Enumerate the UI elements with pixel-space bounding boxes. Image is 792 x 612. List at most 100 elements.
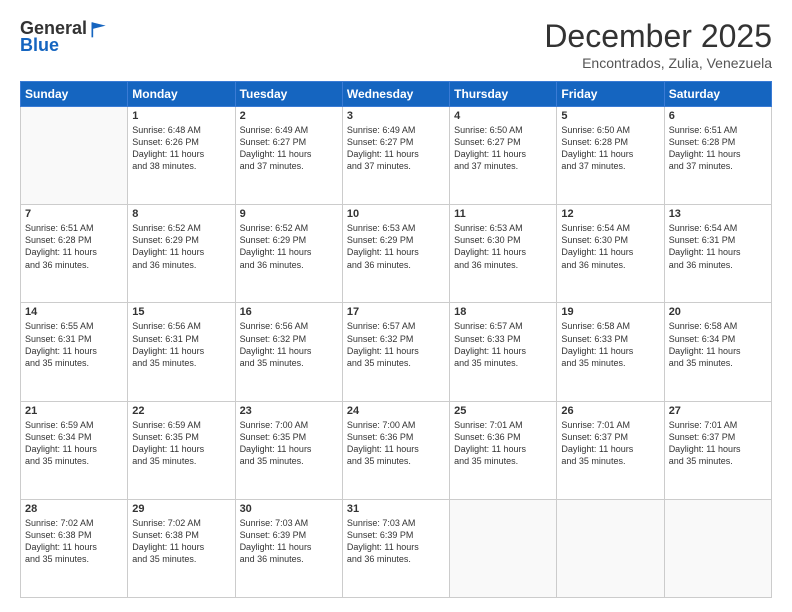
- cell-info: Sunrise: 6:58 AM Sunset: 6:34 PM Dayligh…: [669, 320, 767, 369]
- calendar-cell: 31 Sunrise: 7:03 AM Sunset: 6:39 PM Dayli…: [342, 499, 449, 597]
- calendar-cell: 8 Sunrise: 6:52 AM Sunset: 6:29 PM Daylig…: [128, 205, 235, 303]
- col-header-tuesday: Tuesday: [235, 82, 342, 107]
- day-number: 5: [561, 110, 659, 122]
- logo: General Blue: [20, 18, 109, 56]
- cell-info: Sunrise: 6:49 AM Sunset: 6:27 PM Dayligh…: [347, 124, 445, 173]
- cell-info: Sunrise: 7:00 AM Sunset: 6:36 PM Dayligh…: [347, 419, 445, 468]
- calendar-week-row: 28 Sunrise: 7:02 AM Sunset: 6:38 PM Dayli…: [21, 499, 772, 597]
- cell-info: Sunrise: 6:52 AM Sunset: 6:29 PM Dayligh…: [132, 222, 230, 271]
- day-number: 29: [132, 503, 230, 515]
- day-number: 25: [454, 405, 552, 417]
- calendar-cell: 11 Sunrise: 6:53 AM Sunset: 6:30 PM Dayli…: [450, 205, 557, 303]
- day-number: 21: [25, 405, 123, 417]
- cell-info: Sunrise: 7:03 AM Sunset: 6:39 PM Dayligh…: [240, 517, 338, 566]
- day-number: 17: [347, 306, 445, 318]
- cell-info: Sunrise: 7:02 AM Sunset: 6:38 PM Dayligh…: [132, 517, 230, 566]
- cell-info: Sunrise: 6:50 AM Sunset: 6:27 PM Dayligh…: [454, 124, 552, 173]
- calendar-cell: 15 Sunrise: 6:56 AM Sunset: 6:31 PM Dayli…: [128, 303, 235, 401]
- day-number: 28: [25, 503, 123, 515]
- title-block: December 2025 Encontrados, Zulia, Venezu…: [544, 18, 772, 71]
- day-number: 12: [561, 208, 659, 220]
- calendar-cell: 14 Sunrise: 6:55 AM Sunset: 6:31 PM Dayli…: [21, 303, 128, 401]
- day-number: 1: [132, 110, 230, 122]
- calendar-cell: [664, 499, 771, 597]
- cell-info: Sunrise: 6:50 AM Sunset: 6:28 PM Dayligh…: [561, 124, 659, 173]
- cell-info: Sunrise: 6:57 AM Sunset: 6:33 PM Dayligh…: [454, 320, 552, 369]
- day-number: 19: [561, 306, 659, 318]
- cell-info: Sunrise: 6:56 AM Sunset: 6:32 PM Dayligh…: [240, 320, 338, 369]
- day-number: 11: [454, 208, 552, 220]
- cell-info: Sunrise: 7:01 AM Sunset: 6:37 PM Dayligh…: [669, 419, 767, 468]
- month-title: December 2025: [544, 18, 772, 55]
- location-subtitle: Encontrados, Zulia, Venezuela: [544, 55, 772, 71]
- col-header-sunday: Sunday: [21, 82, 128, 107]
- calendar-cell: 13Sunrise: 6:54 AM Sunset: 6:31 PM Dayli…: [664, 205, 771, 303]
- day-number: 14: [25, 306, 123, 318]
- calendar-cell: 24 Sunrise: 7:00 AM Sunset: 6:36 PM Dayli…: [342, 401, 449, 499]
- col-header-friday: Friday: [557, 82, 664, 107]
- calendar-cell: 4Sunrise: 6:50 AM Sunset: 6:27 PM Daylig…: [450, 107, 557, 205]
- day-number: 18: [454, 306, 552, 318]
- cell-info: Sunrise: 6:54 AM Sunset: 6:30 PM Dayligh…: [561, 222, 659, 271]
- header: General Blue December 2025 Encontrados, …: [20, 18, 772, 71]
- calendar-week-row: 21 Sunrise: 6:59 AM Sunset: 6:34 PM Dayli…: [21, 401, 772, 499]
- calendar-cell: 20Sunrise: 6:58 AM Sunset: 6:34 PM Dayli…: [664, 303, 771, 401]
- cell-info: Sunrise: 6:49 AM Sunset: 6:27 PM Dayligh…: [240, 124, 338, 173]
- calendar-cell: 6Sunrise: 6:51 AM Sunset: 6:28 PM Daylig…: [664, 107, 771, 205]
- day-number: 16: [240, 306, 338, 318]
- calendar-week-row: 14 Sunrise: 6:55 AM Sunset: 6:31 PM Dayli…: [21, 303, 772, 401]
- cell-info: Sunrise: 6:51 AM Sunset: 6:28 PM Dayligh…: [25, 222, 123, 271]
- calendar-cell: 2Sunrise: 6:49 AM Sunset: 6:27 PM Daylig…: [235, 107, 342, 205]
- day-number: 15: [132, 306, 230, 318]
- calendar-cell: 29 Sunrise: 7:02 AM Sunset: 6:38 PM Dayli…: [128, 499, 235, 597]
- calendar-cell: 7 Sunrise: 6:51 AM Sunset: 6:28 PM Daylig…: [21, 205, 128, 303]
- day-number: 26: [561, 405, 659, 417]
- cell-info: Sunrise: 7:03 AM Sunset: 6:39 PM Dayligh…: [347, 517, 445, 566]
- cell-info: Sunrise: 6:58 AM Sunset: 6:33 PM Dayligh…: [561, 320, 659, 369]
- cell-info: Sunrise: 6:52 AM Sunset: 6:29 PM Dayligh…: [240, 222, 338, 271]
- calendar-cell: 12 Sunrise: 6:54 AM Sunset: 6:30 PM Dayli…: [557, 205, 664, 303]
- cell-info: Sunrise: 7:00 AM Sunset: 6:35 PM Dayligh…: [240, 419, 338, 468]
- calendar-cell: 18 Sunrise: 6:57 AM Sunset: 6:33 PM Dayli…: [450, 303, 557, 401]
- calendar-cell: 9 Sunrise: 6:52 AM Sunset: 6:29 PM Daylig…: [235, 205, 342, 303]
- day-number: 31: [347, 503, 445, 515]
- cell-info: Sunrise: 6:56 AM Sunset: 6:31 PM Dayligh…: [132, 320, 230, 369]
- col-header-saturday: Saturday: [664, 82, 771, 107]
- logo-flag-icon: [89, 19, 109, 39]
- cell-info: Sunrise: 6:48 AM Sunset: 6:26 PM Dayligh…: [132, 124, 230, 173]
- logo-blue-text: Blue: [20, 35, 59, 56]
- col-header-monday: Monday: [128, 82, 235, 107]
- calendar-cell: [21, 107, 128, 205]
- calendar-cell: 22Sunrise: 6:59 AM Sunset: 6:35 PM Dayli…: [128, 401, 235, 499]
- calendar-cell: 5 Sunrise: 6:50 AM Sunset: 6:28 PM Daylig…: [557, 107, 664, 205]
- day-number: 27: [669, 405, 767, 417]
- calendar-week-row: 1 Sunrise: 6:48 AM Sunset: 6:26 PM Daylig…: [21, 107, 772, 205]
- cell-info: Sunrise: 7:01 AM Sunset: 6:37 PM Dayligh…: [561, 419, 659, 468]
- calendar-cell: 17Sunrise: 6:57 AM Sunset: 6:32 PM Dayli…: [342, 303, 449, 401]
- calendar-cell: [450, 499, 557, 597]
- calendar-cell: 19 Sunrise: 6:58 AM Sunset: 6:33 PM Dayli…: [557, 303, 664, 401]
- calendar-cell: 1 Sunrise: 6:48 AM Sunset: 6:26 PM Daylig…: [128, 107, 235, 205]
- calendar-cell: 16 Sunrise: 6:56 AM Sunset: 6:32 PM Dayli…: [235, 303, 342, 401]
- calendar-cell: 23 Sunrise: 7:00 AM Sunset: 6:35 PM Dayli…: [235, 401, 342, 499]
- cell-info: Sunrise: 6:54 AM Sunset: 6:31 PM Dayligh…: [669, 222, 767, 271]
- calendar-cell: 10Sunrise: 6:53 AM Sunset: 6:29 PM Dayli…: [342, 205, 449, 303]
- cell-info: Sunrise: 6:53 AM Sunset: 6:29 PM Dayligh…: [347, 222, 445, 271]
- day-number: 23: [240, 405, 338, 417]
- cell-info: Sunrise: 6:51 AM Sunset: 6:28 PM Dayligh…: [669, 124, 767, 173]
- calendar-header-row: SundayMondayTuesdayWednesdayThursdayFrid…: [21, 82, 772, 107]
- calendar-cell: [557, 499, 664, 597]
- day-number: 24: [347, 405, 445, 417]
- day-number: 9: [240, 208, 338, 220]
- calendar-cell: 28 Sunrise: 7:02 AM Sunset: 6:38 PM Dayli…: [21, 499, 128, 597]
- cell-info: Sunrise: 7:02 AM Sunset: 6:38 PM Dayligh…: [25, 517, 123, 566]
- day-number: 8: [132, 208, 230, 220]
- cell-info: Sunrise: 6:53 AM Sunset: 6:30 PM Dayligh…: [454, 222, 552, 271]
- day-number: 22: [132, 405, 230, 417]
- day-number: 7: [25, 208, 123, 220]
- cell-info: Sunrise: 6:55 AM Sunset: 6:31 PM Dayligh…: [25, 320, 123, 369]
- page: General Blue December 2025 Encontrados, …: [0, 0, 792, 612]
- cell-info: Sunrise: 7:01 AM Sunset: 6:36 PM Dayligh…: [454, 419, 552, 468]
- cell-info: Sunrise: 6:59 AM Sunset: 6:34 PM Dayligh…: [25, 419, 123, 468]
- calendar-cell: 3Sunrise: 6:49 AM Sunset: 6:27 PM Daylig…: [342, 107, 449, 205]
